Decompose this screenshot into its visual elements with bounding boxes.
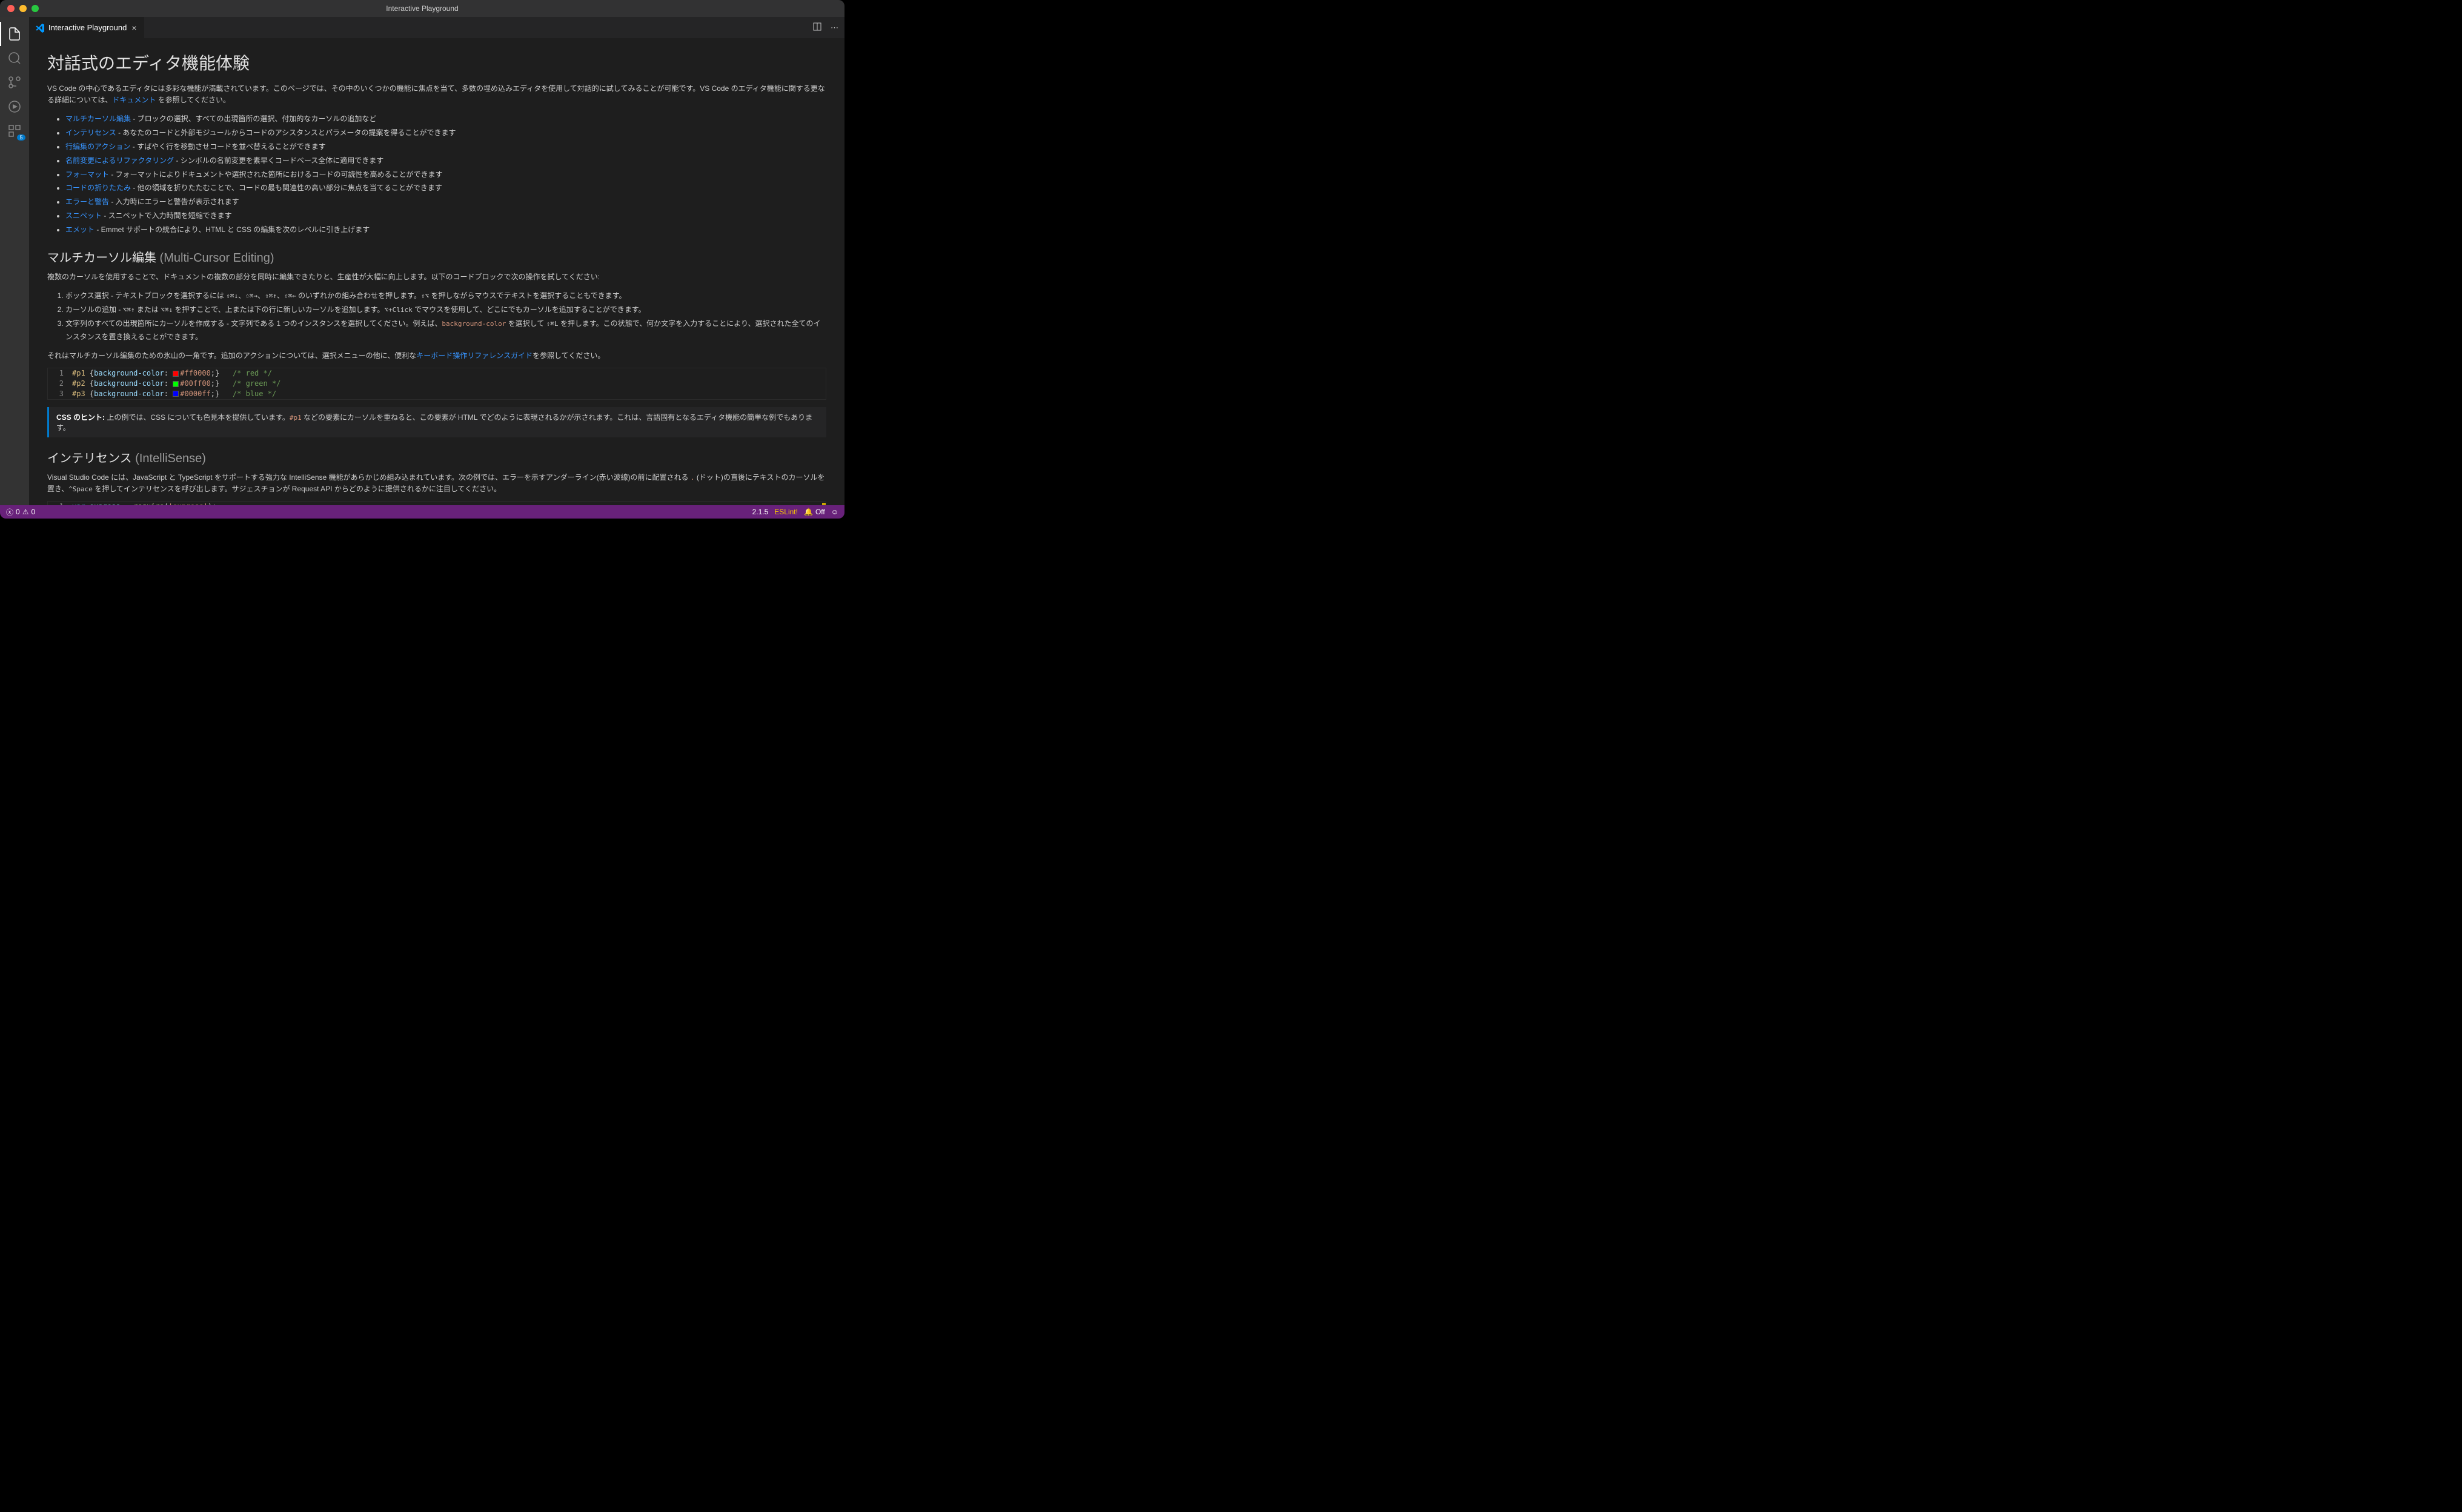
kb-ref-link[interactable]: キーボード操作リファレンスガイド: [416, 351, 533, 360]
tab-label: Interactive Playground: [48, 23, 127, 32]
status-bar: ⓧ0 ⚠0 2.1.5 ESLint! 🔔Off ☺: [0, 505, 844, 519]
feature-link[interactable]: エメット: [65, 225, 95, 234]
color-swatch: [173, 371, 179, 377]
activity-bar: 5: [0, 17, 29, 505]
tab-interactive-playground[interactable]: Interactive Playground ×: [29, 17, 145, 38]
feature-link[interactable]: 名前変更によるリファクタリング: [65, 156, 174, 165]
overview-ruler[interactable]: [817, 502, 826, 505]
feature-link[interactable]: スニペット: [65, 211, 102, 220]
bell-icon: 🔔: [804, 508, 813, 516]
page-title: 対話式のエディタ機能体験: [47, 50, 826, 75]
js-code-block[interactable]: 1var express = require('express'); 2var …: [47, 501, 826, 505]
css-hint: CSS のヒント: 上の例では、CSS についても色見本を提供しています。#p1…: [47, 407, 826, 437]
search-icon[interactable]: [0, 46, 29, 70]
tab-bar: Interactive Playground × ⋯: [29, 17, 844, 38]
maximize-window-button[interactable]: [32, 5, 39, 12]
list-item: カーソルの追加 - ⌥⌘↑ または ⌥⌘↓ を押すことで、上または下の行に新しい…: [65, 303, 826, 317]
split-editor-icon[interactable]: [812, 22, 822, 33]
window-title: Interactive Playground: [386, 4, 458, 13]
color-swatch: [173, 381, 179, 387]
smiley-icon: ☺: [831, 508, 838, 516]
docs-link[interactable]: ドキュメント: [112, 96, 156, 104]
color-swatch: [173, 391, 179, 397]
list-item: スニペット - スニペットで入力時間を短縮できます: [65, 209, 826, 223]
error-icon: ⓧ: [6, 507, 13, 517]
status-feedback[interactable]: ☺: [831, 508, 838, 516]
extensions-badge: 5: [17, 134, 25, 141]
multicursor-steps: ボックス選択 - テキストブロックを選択するには ⇧⌘↓、⇧⌘→、⇧⌘↑、⇧⌘←…: [47, 289, 826, 344]
list-item: マルチカーソル編集 - ブロックの選択、すべての出現箇所の選択、付加的なカーソル…: [65, 112, 826, 126]
list-item: エメット - Emmet サポートの統合により、HTML と CSS の編集を次…: [65, 223, 826, 237]
feature-link[interactable]: エラーと警告: [65, 197, 109, 206]
status-errors[interactable]: ⓧ0 ⚠0: [6, 507, 35, 517]
extensions-icon[interactable]: 5: [0, 119, 29, 143]
list-item: コードの折りたたみ - 他の領域を折りたたむことで、コードの最も関連性の高い部分…: [65, 181, 826, 195]
feature-link[interactable]: 行編集のアクション: [65, 142, 130, 151]
window-titlebar: Interactive Playground: [0, 0, 844, 17]
status-notifications[interactable]: 🔔Off: [804, 508, 825, 516]
status-eslint[interactable]: ESLint!: [774, 508, 798, 516]
section-title-intellisense: インテリセンス (IntelliSense): [47, 448, 826, 466]
status-version[interactable]: 2.1.5: [752, 508, 769, 516]
close-window-button[interactable]: [7, 5, 15, 12]
list-item: 名前変更によるリファクタリング - シンボルの名前変更を素早くコードベース全体に…: [65, 154, 826, 168]
source-control-icon[interactable]: [0, 70, 29, 94]
list-item: インテリセンス - あなたのコードと外部モジュールからコードのアシスタンスとパラ…: [65, 126, 826, 140]
explorer-icon[interactable]: [0, 22, 29, 46]
intro-paragraph: VS Code の中心であるエディタには多彩な機能が満載されています。このページ…: [47, 83, 826, 106]
warning-icon: ⚠: [22, 508, 29, 516]
list-item: 行編集のアクション - すばやく行を移動させコードを並べ替えることができます: [65, 140, 826, 154]
feature-link[interactable]: フォーマット: [65, 170, 109, 179]
multicursor-note: それはマルチカーソル編集のための氷山の一角です。追加のアクションについては、選択…: [47, 350, 826, 362]
feature-link[interactable]: コードの折りたたみ: [65, 184, 131, 192]
list-item: エラーと警告 - 入力時にエラーと警告が表示されます: [65, 195, 826, 209]
multicursor-intro: 複数のカーソルを使用することで、ドキュメントの複数の部分を同時に編集できたりと、…: [47, 271, 826, 283]
close-tab-icon[interactable]: ×: [130, 23, 138, 33]
feature-list: マルチカーソル編集 - ブロックの選択、すべての出現箇所の選択、付加的なカーソル…: [47, 112, 826, 236]
more-actions-icon[interactable]: ⋯: [831, 23, 838, 33]
list-item: 文字列のすべての出現箇所にカーソルを作成する - 文字列である 1 つのインスタ…: [65, 317, 826, 345]
section-title-multicursor: マルチカーソル編集 (Multi-Cursor Editing): [47, 248, 826, 265]
list-item: ボックス選択 - テキストブロックを選択するには ⇧⌘↓、⇧⌘→、⇧⌘↑、⇧⌘←…: [65, 289, 826, 303]
editor-content[interactable]: 対話式のエディタ機能体験 VS Code の中心であるエディタには多彩な機能が満…: [29, 38, 844, 505]
intellisense-intro: Visual Studio Code には、JavaScript と TypeS…: [47, 472, 826, 495]
feature-link[interactable]: マルチカーソル編集: [65, 114, 131, 123]
feature-link[interactable]: インテリセンス: [65, 128, 116, 137]
list-item: フォーマット - フォーマットによりドキュメントや選択された箇所におけるコードの…: [65, 168, 826, 182]
css-code-block[interactable]: 1#p1 {background-color: #ff0000;} /* red…: [47, 368, 826, 399]
minimize-window-button[interactable]: [19, 5, 27, 12]
debug-icon[interactable]: [0, 94, 29, 119]
vscode-icon: [35, 23, 45, 33]
